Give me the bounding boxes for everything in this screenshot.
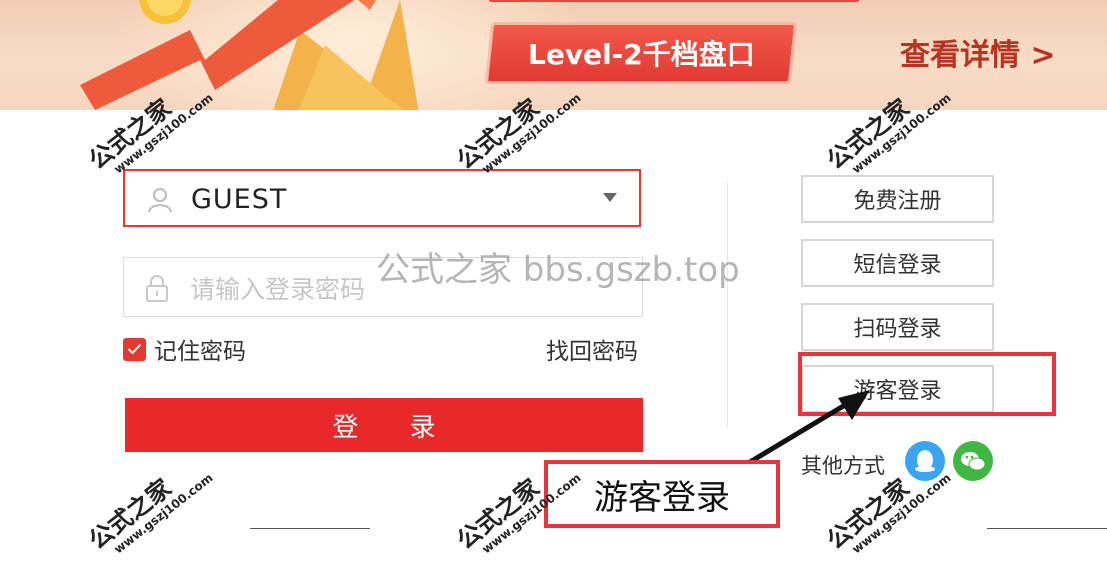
qq-login-icon[interactable] <box>905 441 945 481</box>
bottom-divider-left <box>250 528 370 529</box>
qq-penguin-icon <box>915 450 935 472</box>
user-icon <box>148 188 172 213</box>
forgot-password-link[interactable]: 找回密码 <box>546 332 638 366</box>
login-button[interactable]: 登 录 <box>125 398 643 452</box>
watermark-site-name: 公式之家 <box>451 472 545 555</box>
rising-arrow-icon <box>80 0 419 110</box>
level2-badge: Level-2千档盘口 <box>484 22 798 84</box>
username-select[interactable]: GUEST <box>123 169 641 227</box>
watermark-site-url: www.gszj100.com <box>111 470 216 557</box>
chevron-down-icon[interactable] <box>603 193 617 202</box>
username-value: GUEST <box>191 184 288 215</box>
remember-label: 记住密码 <box>154 339 246 365</box>
register-button[interactable]: 免费注册 <box>801 175 994 223</box>
wechat-login-icon[interactable] <box>953 441 993 481</box>
promo-banner[interactable]: Level-2千档盘口 查看详情 > <box>0 0 1107 110</box>
remember-checkbox[interactable] <box>123 337 146 361</box>
view-details-link[interactable]: 查看详情 > <box>900 30 1056 74</box>
guest-login-callout: 游客登录 <box>544 460 780 528</box>
wechat-bubble-icon <box>961 452 986 471</box>
level2-label: Level-2千档盘口 <box>527 38 755 71</box>
sms-login-button[interactable]: 短信登录 <box>801 239 994 287</box>
banner-top-bar <box>488 0 860 2</box>
lock-icon <box>146 275 168 302</box>
bottom-divider-right <box>987 528 1107 529</box>
remember-password[interactable]: 记住密码 <box>123 332 246 366</box>
watermark-site-name: 公式之家 <box>83 472 177 555</box>
check-icon <box>127 343 142 355</box>
watermark-center: 公式之家 bbs.gszb.top <box>376 250 740 290</box>
scan-login-button[interactable]: 扫码登录 <box>801 303 994 351</box>
watermark-stamp: 公式之家 www.gszj100.com <box>80 445 216 565</box>
